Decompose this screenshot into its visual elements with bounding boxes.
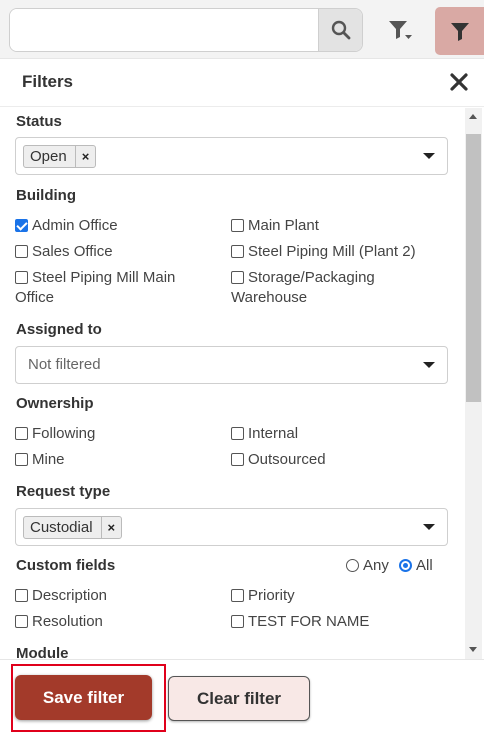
checkbox[interactable] [231, 615, 244, 628]
ownership-option-internal[interactable]: Internal [231, 424, 298, 444]
building-label: Building [16, 187, 76, 204]
radio-label: All [416, 557, 433, 574]
option-label: Internal [248, 425, 299, 442]
scroll-up-arrow-icon[interactable] [469, 114, 477, 119]
building-option-admin-office[interactable]: Admin Office [15, 216, 118, 236]
option-label: TEST FOR NAME [248, 613, 370, 630]
checkbox[interactable] [15, 615, 28, 628]
filter-dropdown-icon [389, 21, 412, 39]
custom-field-option-resolution[interactable]: Resolution [15, 612, 103, 632]
assigned-to-select[interactable]: Not filtered [15, 346, 448, 384]
panel-title: Filters [22, 72, 74, 91]
checkbox[interactable] [231, 589, 244, 602]
checkbox[interactable] [231, 453, 244, 466]
filter-toggle-button[interactable] [435, 7, 484, 55]
save-filter-button[interactable]: Save filter [15, 675, 152, 720]
filters-panel: Filters Status Open × Building Admin Off… [0, 58, 484, 738]
close-icon [450, 73, 468, 91]
close-button[interactable] [448, 71, 470, 93]
radio-label: Any [363, 557, 389, 574]
option-label: Steel Piping Mill (Plant 2) [248, 243, 416, 260]
option-label: Steel Piping Mill Main Office [15, 269, 176, 306]
filters-scroll-area[interactable]: Status Open × Building Admin Office Main… [0, 108, 484, 659]
chevron-down-icon [423, 153, 435, 159]
option-label: Priority [248, 587, 295, 604]
building-option-steel-piping-mill-main-office[interactable]: Steel Piping Mill Main Office [15, 268, 210, 308]
search-box [9, 8, 363, 52]
building-option-storage-packaging-warehouse[interactable]: Storage/Packaging Warehouse [231, 268, 421, 308]
status-label: Status [16, 113, 62, 130]
chevron-down-icon [423, 362, 435, 368]
checkbox[interactable] [15, 271, 28, 284]
status-tag-remove-icon[interactable]: × [82, 149, 90, 164]
option-label: Following [32, 425, 96, 442]
module-label: Module [16, 645, 69, 659]
filter-menu-button[interactable] [380, 8, 420, 52]
assigned-to-placeholder: Not filtered [28, 356, 101, 373]
search-button[interactable] [318, 9, 362, 51]
request-type-label: Request type [16, 483, 111, 500]
request-type-tag: Custodial × [23, 516, 123, 539]
option-label: Mine [32, 451, 65, 468]
custom-field-option-description[interactable]: Description [15, 586, 107, 606]
search-icon [331, 20, 350, 40]
request-type-tag-label: Custodial [30, 517, 102, 538]
checkbox[interactable] [15, 245, 28, 258]
checkbox[interactable] [231, 427, 244, 440]
scrollbar-thumb[interactable] [466, 134, 481, 402]
checkbox[interactable] [15, 453, 28, 466]
panel-header: Filters [0, 59, 484, 107]
ownership-option-mine[interactable]: Mine [15, 450, 65, 470]
status-tag: Open × [23, 145, 97, 168]
custom-field-option-priority[interactable]: Priority [231, 586, 295, 606]
scrollbar[interactable] [465, 108, 482, 659]
checkbox[interactable] [15, 427, 28, 440]
option-label: Storage/Packaging Warehouse [231, 269, 375, 306]
option-label: Admin Office [32, 217, 118, 234]
assigned-to-label: Assigned to [16, 321, 102, 338]
search-input[interactable] [10, 9, 319, 51]
checkbox[interactable] [231, 271, 244, 284]
option-label: Resolution [32, 613, 103, 630]
ownership-label: Ownership [16, 395, 94, 412]
chevron-down-icon [423, 524, 435, 530]
request-type-tag-remove-icon[interactable]: × [108, 520, 116, 535]
custom-fields-match-all[interactable]: All [399, 556, 433, 576]
scroll-down-arrow-icon[interactable] [469, 647, 477, 652]
clear-filter-button[interactable]: Clear filter [168, 676, 310, 721]
request-type-select[interactable]: Custodial × [15, 508, 448, 546]
filter-icon [450, 23, 469, 41]
custom-fields-label: Custom fields [16, 557, 116, 574]
building-option-steel-piping-mill-plant-2[interactable]: Steel Piping Mill (Plant 2) [231, 242, 416, 262]
option-label: Sales Office [32, 243, 113, 260]
checkbox[interactable] [15, 589, 28, 602]
building-option-sales-office[interactable]: Sales Office [15, 242, 113, 262]
building-option-main-plant[interactable]: Main Plant [231, 216, 319, 236]
custom-field-option-test-for-name[interactable]: TEST FOR NAME [231, 612, 369, 632]
top-toolbar [0, 0, 484, 58]
ownership-option-outsourced[interactable]: Outsourced [231, 450, 326, 470]
radio-any[interactable] [346, 559, 359, 572]
checkbox[interactable] [231, 245, 244, 258]
status-select[interactable]: Open × [15, 137, 448, 175]
option-label: Outsourced [248, 451, 326, 468]
ownership-option-following[interactable]: Following [15, 424, 95, 444]
custom-fields-match-any[interactable]: Any [346, 556, 389, 576]
option-label: Main Plant [248, 217, 319, 234]
checkbox[interactable] [15, 219, 28, 232]
checkbox[interactable] [231, 219, 244, 232]
status-tag-label: Open [30, 146, 76, 167]
option-label: Description [32, 587, 108, 604]
radio-all[interactable] [399, 559, 412, 572]
